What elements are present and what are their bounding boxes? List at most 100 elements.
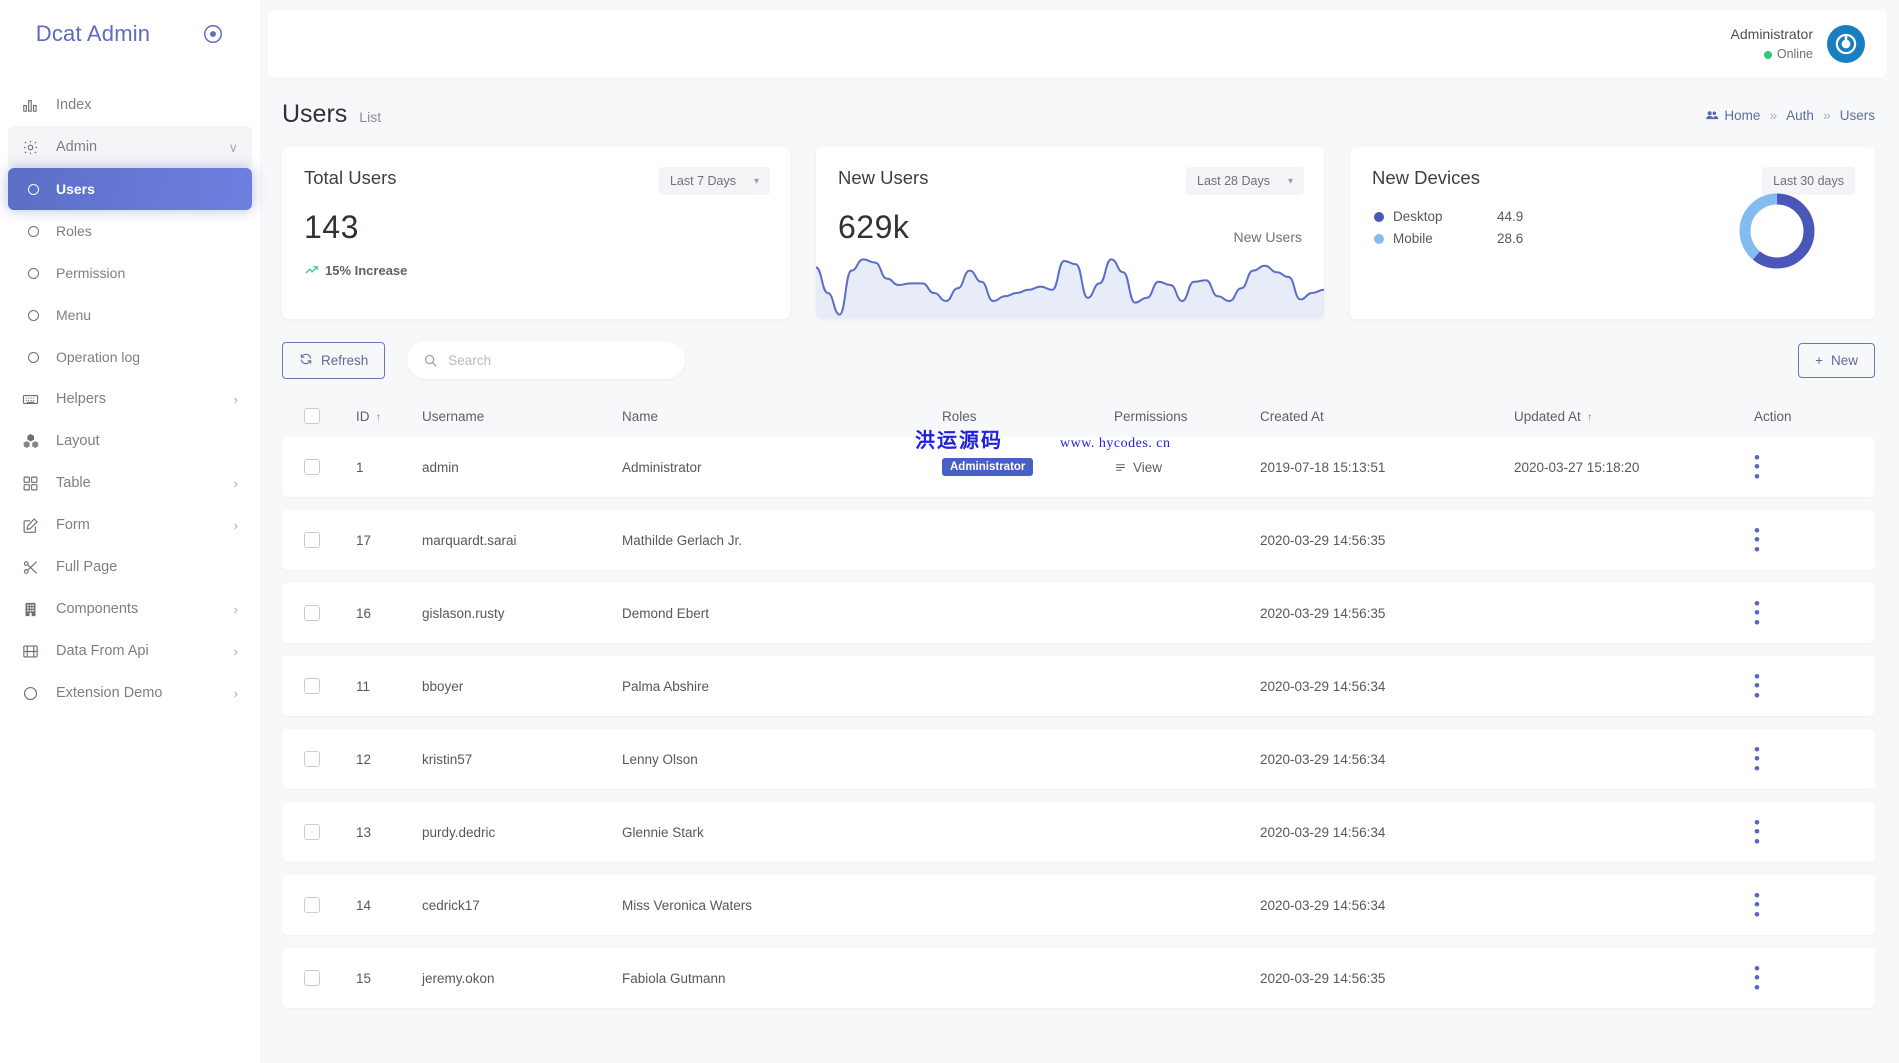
user-name: Administrator bbox=[1731, 24, 1813, 45]
row-checkbox[interactable] bbox=[304, 824, 320, 840]
row-select-cell[interactable] bbox=[304, 897, 356, 913]
cell-action[interactable]: ••• bbox=[1754, 453, 1853, 481]
col-username[interactable]: Username bbox=[422, 409, 622, 424]
sidebar: Dcat Admin IndexAdmin∨ Users RolesPermissi… bbox=[0, 0, 260, 1063]
cell-username: kristin57 bbox=[422, 752, 622, 767]
sidebar-item-data-from-api[interactable]: Data From Api› bbox=[8, 630, 252, 672]
sidebar-item-admin[interactable]: Admin∨ bbox=[8, 126, 252, 168]
table-row[interactable]: 16gislason.rustyDemond Ebert2020-03-29 1… bbox=[282, 583, 1875, 643]
table-row[interactable]: 1adminAdministratorAdministratorView2019… bbox=[282, 437, 1875, 497]
row-select-cell[interactable] bbox=[304, 532, 356, 548]
sidebar-item-roles[interactable]: Roles bbox=[8, 210, 252, 252]
col-permissions[interactable]: Permissions bbox=[1114, 409, 1260, 424]
sidebar-item-helpers[interactable]: Helpers› bbox=[8, 378, 252, 420]
table-row[interactable]: 15jeremy.okonFabiola Gutmann2020-03-29 1… bbox=[282, 948, 1875, 1008]
row-actions-menu-icon[interactable]: ••• bbox=[1754, 526, 1853, 554]
table-row[interactable]: 14cedrick17Miss Veronica Waters2020-03-2… bbox=[282, 875, 1875, 935]
cell-action[interactable]: ••• bbox=[1754, 891, 1853, 919]
select-all-checkbox[interactable] bbox=[304, 408, 320, 424]
cell-action[interactable]: ••• bbox=[1754, 599, 1853, 627]
col-updated-at[interactable]: Updated At↑ bbox=[1514, 409, 1754, 424]
sidebar-item-label: Users bbox=[48, 181, 238, 197]
chevron-icon: › bbox=[234, 519, 238, 532]
toolbar-left: Refresh bbox=[282, 341, 685, 379]
cell-name: Administrator bbox=[622, 460, 942, 475]
row-checkbox[interactable] bbox=[304, 532, 320, 548]
cell-action[interactable]: ••• bbox=[1754, 672, 1853, 700]
row-select-cell[interactable] bbox=[304, 678, 356, 694]
row-checkbox[interactable] bbox=[304, 970, 320, 986]
search-box[interactable] bbox=[407, 341, 685, 379]
sidebar-item-users[interactable]: Users bbox=[8, 168, 252, 210]
target-icon[interactable] bbox=[202, 23, 224, 45]
search-input[interactable] bbox=[448, 353, 669, 368]
sidebar-item-index[interactable]: Index bbox=[8, 84, 252, 126]
col-created-at[interactable]: Created At bbox=[1260, 409, 1514, 424]
row-checkbox[interactable] bbox=[304, 751, 320, 767]
sort-asc-icon: ↑ bbox=[376, 410, 382, 424]
sidebar-item-table[interactable]: Table› bbox=[8, 462, 252, 504]
chevron-icon: › bbox=[234, 687, 238, 700]
row-actions-menu-icon[interactable]: ••• bbox=[1754, 745, 1853, 773]
circle-icon bbox=[22, 268, 48, 279]
col-id[interactable]: ID↑ bbox=[356, 409, 422, 424]
row-actions-menu-icon[interactable]: ••• bbox=[1754, 818, 1853, 846]
range-selector-new-users[interactable]: Last 28 Days ▾ bbox=[1186, 167, 1304, 195]
sidebar-item-label: Menu bbox=[48, 307, 238, 323]
card-head: Total Users Last 7 Days ▾ bbox=[282, 147, 790, 195]
new-button[interactable]: + New bbox=[1798, 343, 1875, 378]
table-row[interactable]: 13purdy.dedricGlennie Stark2020-03-29 14… bbox=[282, 802, 1875, 862]
select-all-cell[interactable] bbox=[304, 408, 356, 424]
row-checkbox[interactable] bbox=[304, 605, 320, 621]
brand[interactable]: Dcat Admin bbox=[0, 0, 260, 68]
sidebar-item-extension-demo[interactable]: Extension Demo› bbox=[8, 672, 252, 714]
sidebar-item-label: Form bbox=[48, 517, 234, 533]
row-actions-menu-icon[interactable]: ••• bbox=[1754, 453, 1853, 481]
sidebar-nav: IndexAdmin∨ Users RolesPermission Menu Opera… bbox=[0, 68, 260, 714]
row-select-cell[interactable] bbox=[304, 970, 356, 986]
row-select-cell[interactable] bbox=[304, 459, 356, 475]
sidebar-item-components[interactable]: Components› bbox=[8, 588, 252, 630]
cell-id: 12 bbox=[356, 752, 422, 767]
sidebar-item-full-page[interactable]: Full Page bbox=[8, 546, 252, 588]
sidebar-item-operation-log[interactable]: Operation log bbox=[8, 336, 252, 378]
table-row[interactable]: 12kristin57Lenny Olson2020-03-29 14:56:3… bbox=[282, 729, 1875, 789]
breadcrumb-item-home[interactable]: Home bbox=[1705, 108, 1760, 123]
trend-up-icon bbox=[304, 263, 319, 278]
row-checkbox[interactable] bbox=[304, 678, 320, 694]
sidebar-item-permission[interactable]: Permission bbox=[8, 252, 252, 294]
row-actions-menu-icon[interactable]: ••• bbox=[1754, 672, 1853, 700]
cell-username: gislason.rusty bbox=[422, 606, 622, 621]
row-checkbox[interactable] bbox=[304, 897, 320, 913]
cell-action[interactable]: ••• bbox=[1754, 964, 1853, 992]
row-checkbox[interactable] bbox=[304, 459, 320, 475]
row-select-cell[interactable] bbox=[304, 751, 356, 767]
row-select-cell[interactable] bbox=[304, 824, 356, 840]
bar-chart-icon bbox=[22, 97, 48, 114]
sidebar-item-form[interactable]: Form› bbox=[8, 504, 252, 546]
breadcrumb-item-auth[interactable]: Auth bbox=[1786, 108, 1814, 123]
range-selector-total-users[interactable]: Last 7 Days ▾ bbox=[659, 167, 770, 195]
table-row[interactable]: 11bboyerPalma Abshire2020-03-29 14:56:34… bbox=[282, 656, 1875, 716]
cell-action[interactable]: ••• bbox=[1754, 818, 1853, 846]
col-roles[interactable]: Roles bbox=[942, 409, 1114, 424]
refresh-button[interactable]: Refresh bbox=[282, 342, 385, 379]
sidebar-item-menu[interactable]: Menu bbox=[8, 294, 252, 336]
card-title: Total Users bbox=[304, 167, 397, 189]
row-actions-menu-icon[interactable]: ••• bbox=[1754, 964, 1853, 992]
table-row[interactable]: 17marquardt.saraiMathilde Gerlach Jr.202… bbox=[282, 510, 1875, 570]
chevron-icon: › bbox=[234, 645, 238, 658]
circle-big-icon bbox=[22, 685, 48, 702]
breadcrumb-item-users[interactable]: Users bbox=[1840, 108, 1875, 123]
sidebar-item-layout[interactable]: Layout bbox=[8, 420, 252, 462]
cell-action[interactable]: ••• bbox=[1754, 745, 1853, 773]
row-actions-menu-icon[interactable]: ••• bbox=[1754, 599, 1853, 627]
cell-action[interactable]: ••• bbox=[1754, 526, 1853, 554]
cell-username: admin bbox=[422, 460, 622, 475]
row-actions-menu-icon[interactable]: ••• bbox=[1754, 891, 1853, 919]
col-name[interactable]: Name bbox=[622, 409, 942, 424]
permissions-view-link[interactable]: View bbox=[1114, 460, 1260, 475]
cell-name: Glennie Stark bbox=[622, 825, 942, 840]
row-select-cell[interactable] bbox=[304, 605, 356, 621]
avatar[interactable] bbox=[1827, 25, 1865, 63]
